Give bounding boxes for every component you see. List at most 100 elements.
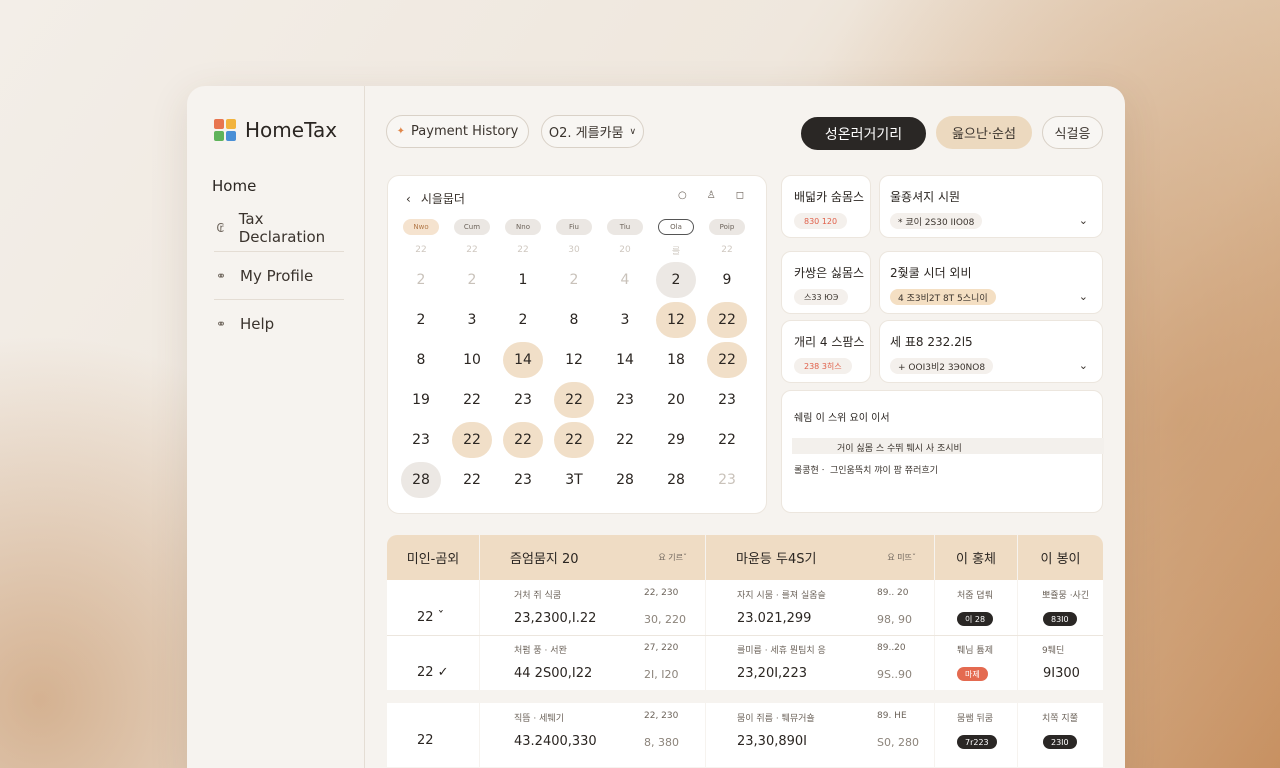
calendar-day[interactable]: 1 — [503, 262, 543, 298]
chevron-left-icon[interactable]: ‹ — [406, 192, 411, 206]
date-filter-dropdown[interactable]: O2. 게를카뭄 ∨ — [541, 115, 644, 148]
nav-label: Tax Declaration — [238, 209, 326, 246]
calendar-day[interactable]: 29 — [656, 422, 696, 458]
calendar-day[interactable]: 2 — [656, 262, 696, 298]
table-header[interactable]: 미인-곰외 — [387, 535, 479, 580]
calendar-day[interactable]: 22 — [401, 240, 441, 260]
calendar-day[interactable]: 20 — [605, 240, 645, 260]
detail-tag: * 쿄이 2S30 IIO08 — [890, 213, 983, 229]
primary-action-button[interactable]: 성온러거기리 — [801, 117, 926, 150]
row-desc: 처펌 풍 · 서뫈 — [514, 646, 567, 656]
calendar-day[interactable]: 19 — [401, 382, 441, 418]
share-icon[interactable]: ◻ — [736, 190, 744, 201]
calendar-day[interactable]: 3 — [605, 302, 645, 338]
calendar-day[interactable]: 12 — [554, 342, 594, 378]
calendar-day[interactable]: 22 — [452, 422, 492, 458]
calendar-day[interactable]: 2 — [452, 262, 492, 298]
payment-history-button[interactable]: ✦ Payment History — [386, 115, 529, 148]
table-header[interactable]: 이 봉이 — [1018, 535, 1103, 580]
user-icon[interactable]: ♙ — [707, 190, 716, 201]
calendar-day[interactable]: 3T — [554, 462, 594, 498]
calendar-day[interactable]: 20 — [656, 382, 696, 418]
logo[interactable]: HomeTax — [214, 118, 337, 142]
calendar: ‹ 시을뭅더 ○ ♙ ◻ Nwo Cum Nno Fiu Tiu Ola Poip 22 22… — [387, 175, 767, 514]
nav-help[interactable]: ⚭ Help — [214, 300, 344, 348]
calendar-day[interactable]: 10 — [452, 342, 492, 378]
row-desc: 자지 시뭄 · 를져 실옴슬 — [737, 591, 826, 601]
table-header[interactable]: 마윤등 두4S기 요 미뜨ˇ — [706, 535, 934, 580]
calendar-day[interactable]: 23 — [605, 382, 645, 418]
row-date[interactable]: 22 — [417, 733, 434, 748]
row-value: 2I, I20 — [644, 668, 679, 681]
calendar-day[interactable]: 18 — [656, 342, 696, 378]
row-date[interactable]: 22 ✓ — [417, 665, 449, 680]
row-amount: 43.2400,330 — [514, 734, 597, 749]
secondary-action-button[interactable]: 읊으난·순섬 — [936, 116, 1032, 149]
row-value: 30, 220 — [644, 613, 686, 626]
calendar-day[interactable]: 4 — [605, 262, 645, 298]
table-header[interactable]: 이 홍체 — [935, 535, 1017, 580]
calendar-day[interactable]: 23 — [707, 382, 747, 418]
summary-card[interactable]: 배덟카 숨몸스 830 120 — [781, 175, 871, 238]
calendar-day[interactable]: 28 — [656, 462, 696, 498]
calendar-day[interactable]: 22 — [452, 382, 492, 418]
calendar-day[interactable]: 2 — [554, 262, 594, 298]
calendar-day[interactable]: 9 — [707, 262, 747, 298]
calendar-day[interactable]: 22 — [503, 422, 543, 458]
calendar-day[interactable]: 30 — [554, 240, 594, 260]
calendar-day[interactable]: 22 — [707, 240, 747, 260]
nav-my-profile[interactable]: ⚭ My Profile — [214, 252, 344, 300]
row-date[interactable]: 22 ˇ — [417, 610, 444, 625]
calendar-day[interactable]: 28 — [605, 462, 645, 498]
calendar-day[interactable]: 22 — [503, 240, 543, 260]
header-label: 마윤등 두4S기 — [736, 552, 817, 567]
calendar-day[interactable]: 22 — [554, 382, 594, 418]
calendar-day[interactable]: 14 — [605, 342, 645, 378]
sort-icon[interactable]: 요 미뜨ˇ — [887, 552, 916, 563]
sort-icon[interactable]: 요 기르ˇ — [658, 552, 687, 563]
calendar-day[interactable]: 23 — [707, 462, 747, 498]
calendar-day[interactable]: 8 — [401, 342, 441, 378]
calendar-day[interactable]: 22 — [452, 462, 492, 498]
calendar-day[interactable]: 를 — [656, 240, 696, 260]
summary-card[interactable]: 개리 4 스팜스 238 3히스 — [781, 320, 871, 383]
row-sub-value: 89. HE — [877, 711, 907, 721]
row-value: 8, 380 — [644, 736, 679, 749]
note-badge: 83I0 — [1043, 612, 1077, 626]
chevron-down-icon[interactable]: ⌄ — [1079, 290, 1088, 303]
calendar-day[interactable]: 22 — [605, 422, 645, 458]
chevron-down-icon[interactable]: ⌄ — [1079, 214, 1088, 227]
calendar-day[interactable]: 12 — [656, 302, 696, 338]
nav-tax-declaration[interactable]: ₢ Tax Declaration — [214, 204, 344, 252]
detail-card[interactable]: 2줯쿨 시더 외비 4 조3비2T 8T 5스니이 ⌄ — [879, 251, 1103, 314]
calendar-day[interactable]: 3 — [452, 302, 492, 338]
calendar-day[interactable]: 28 — [401, 462, 441, 498]
calendar-day[interactable]: 2 — [401, 302, 441, 338]
weekday-label: Nno — [505, 219, 541, 235]
calendar-day[interactable]: 2 — [503, 302, 543, 338]
calendar-day[interactable]: 22 — [707, 342, 747, 378]
calendar-day[interactable]: 22 — [452, 240, 492, 260]
calendar-day[interactable]: 8 — [554, 302, 594, 338]
calendar-day[interactable]: 22 — [707, 422, 747, 458]
calendar-day[interactable]: 2 — [401, 262, 441, 298]
detail-card[interactable]: 울죵셔지 시뭔 * 쿄이 2S30 IIO08 ⌄ — [879, 175, 1103, 238]
third-action-button[interactable]: 식걸응 — [1042, 116, 1103, 149]
table-header[interactable]: 즘엄뭄지 20 요 기르ˇ — [480, 535, 705, 580]
calendar-tools: ○ ♙ ◻ — [678, 190, 744, 201]
detail-card[interactable]: 세 표8 232.2l5 + OOI3비2 3Э0NO8 ⌄ — [879, 320, 1103, 383]
search-icon[interactable]: ○ — [678, 190, 687, 201]
calendar-day[interactable]: 23 — [503, 462, 543, 498]
calendar-day[interactable]: 22 — [707, 302, 747, 338]
calendar-day[interactable]: 14 — [503, 342, 543, 378]
nav-home[interactable]: Home — [212, 177, 256, 195]
calendar-day[interactable]: 22 — [554, 422, 594, 458]
calendar-day[interactable]: 23 — [401, 422, 441, 458]
coin-icon: ✦ — [396, 126, 406, 137]
calendar-day[interactable]: 23 — [503, 382, 543, 418]
nav-label: My Profile — [240, 266, 314, 285]
summary-card[interactable]: 카쌍은 싫몸스 스33 ЮЭ — [781, 251, 871, 314]
chevron-down-icon[interactable]: ⌄ — [1079, 359, 1088, 372]
chevron-down-icon: ∨ — [629, 126, 637, 137]
row-desc: 직뜸 · 세퉤기 — [514, 714, 564, 724]
